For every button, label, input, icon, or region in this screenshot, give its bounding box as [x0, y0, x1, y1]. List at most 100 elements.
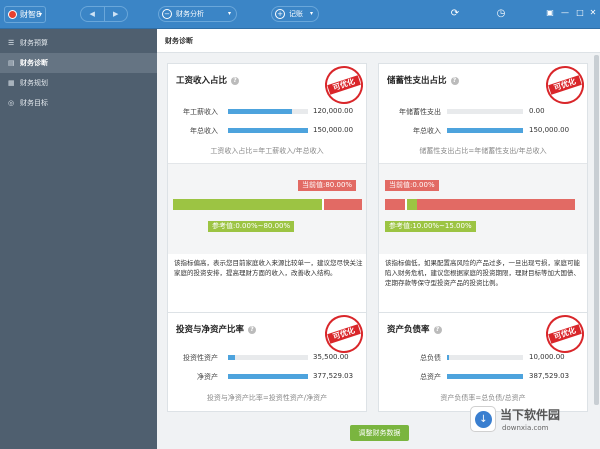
optimizable-stamp: 可优化 — [320, 310, 368, 358]
row-value: 150,000.00 — [529, 126, 570, 134]
window-icon: ▣ — [546, 8, 554, 17]
row-label: 净资产 — [197, 373, 218, 381]
history-button[interactable]: ◷ — [494, 7, 508, 21]
gauge-under-segment — [385, 199, 405, 210]
sidebar-item-budget[interactable]: ☰ 财务预算 — [0, 33, 157, 53]
progress-fill — [447, 355, 449, 360]
app-name: 财智8 — [20, 10, 42, 19]
plus-circle-icon: + — [275, 9, 285, 19]
progress-fill — [228, 128, 308, 133]
progress-fill — [447, 374, 523, 379]
sidebar: ☰ 财务预算 ▤ 财务诊断 ▦ 财务规划 ◎ 财务目标 — [0, 29, 157, 449]
row-label: 总负债 — [420, 354, 441, 362]
formula-text: 工资收入占比=年工薪收入/年总收入 — [210, 147, 324, 155]
row-value: 10,000.00 — [529, 353, 565, 361]
progress-bar — [447, 374, 523, 379]
row-label: 年储蓄性支出 — [399, 108, 441, 116]
sidebar-item-label: 财务规划 — [20, 79, 48, 87]
formula-text: 投资与净资产比率=投资性资产/净资产 — [206, 394, 328, 402]
row-value: 120,000.00 — [313, 107, 354, 115]
skin-button[interactable]: ▣ — [545, 8, 555, 18]
sidebar-item-label: 财务目标 — [20, 99, 48, 107]
minimize-icon: — — [561, 8, 569, 17]
row-label: 总资产 — [420, 373, 441, 381]
target-icon: ◎ — [8, 99, 15, 107]
close-button[interactable]: ✕ — [588, 8, 598, 18]
gauge-reference-segment — [407, 199, 417, 210]
app-logo-icon — [8, 10, 17, 19]
sidebar-item-planning[interactable]: ▦ 财务规划 — [0, 73, 157, 93]
sidebar-item-label: 财务诊断 — [20, 59, 48, 67]
progress-bar — [228, 109, 308, 114]
back-button[interactable]: ◀ — [81, 7, 104, 21]
sidebar-item-goals[interactable]: ◎ 财务目标 — [0, 93, 157, 113]
progress-bar — [228, 374, 308, 379]
download-badge-icon: ↓ — [470, 406, 496, 432]
row-value: 0.00 — [529, 107, 545, 115]
progress-fill — [228, 374, 308, 379]
card-title: 储蓄性支出占比? — [387, 74, 459, 86]
help-icon[interactable]: ? — [248, 325, 257, 334]
current-value-tag: 当前值:0.00% — [385, 180, 439, 191]
vertical-scrollbar[interactable] — [594, 55, 599, 405]
progress-fill — [447, 128, 523, 133]
reference-range-tag: 参考值:0.00%~80.00% — [208, 221, 295, 232]
progress-bar — [447, 109, 523, 114]
row-value: 35,500.00 — [313, 353, 349, 361]
help-icon[interactable]: ? — [450, 76, 459, 85]
maximize-button[interactable]: □ — [575, 8, 585, 18]
record-dropdown[interactable]: + 记账 ▾ — [271, 6, 319, 22]
watermark-title: 当下软件园 — [500, 408, 561, 422]
row-label: 年总收入 — [413, 127, 441, 135]
refresh-icon: ⟳ — [450, 8, 460, 19]
refresh-button[interactable]: ⟳ — [448, 7, 462, 21]
optimizable-stamp: 可优化 — [320, 61, 368, 109]
formula-text: 资产负债率=总负债/总资产 — [440, 394, 526, 402]
site-watermark: ↓ 当下软件园 downxia.com — [470, 404, 600, 446]
card-title: 资产负债率? — [387, 323, 442, 335]
module-dropdown[interactable]: − 财务分析 ▾ — [158, 6, 237, 22]
forward-button[interactable]: ▶ — [103, 7, 128, 21]
row-label: 年总收入 — [190, 127, 218, 135]
record-dropdown-label: 记账 — [289, 10, 303, 18]
progress-bar — [447, 355, 523, 360]
card-investment-ratio: 投资与净资产比率? 可优化 投资性资产 35,500.00 净资产 377,52… — [167, 310, 368, 412]
maximize-icon: □ — [576, 8, 584, 17]
card-debt-ratio: 资产负债率? 可优化 总负债 10,000.00 总资产 387,529.03 … — [378, 310, 589, 412]
card-salary-ratio: 工资收入占比? 可优化 年工薪收入 120,000.00 年总收入 150,00… — [167, 61, 368, 323]
clock-icon: ◷ — [496, 8, 506, 19]
minus-circle-icon: − — [162, 9, 172, 19]
formula-text: 储蓄性支出占比=年储蓄性支出/年总收入 — [419, 147, 547, 155]
reference-range-tag: 参考值:10.00%~15.00% — [385, 221, 476, 232]
row-label: 投资性资产 — [183, 354, 218, 362]
row-value: 150,000.00 — [313, 126, 354, 134]
progress-fill — [228, 109, 292, 114]
row-label: 年工薪收入 — [183, 108, 218, 116]
close-icon: ✕ — [589, 8, 597, 17]
card-savings-ratio: 储蓄性支出占比? 可优化 年储蓄性支出 0.00 年总收入 150,000.00… — [378, 61, 589, 323]
row-value: 387,529.03 — [529, 372, 570, 380]
nav-arrows: ◀ ▶ — [80, 6, 128, 22]
progress-bar — [447, 128, 523, 133]
chevron-down-icon: ▾ — [227, 10, 231, 17]
list-icon: ☰ — [8, 39, 15, 47]
chevron-down-icon: ▾ — [38, 11, 42, 18]
optimizable-stamp: 可优化 — [541, 310, 589, 358]
diagnosis-description: 该指标偏高，表示您目前家庭收入来源比较单一，建议您尽快关注家庭的投资安排，提高理… — [174, 259, 363, 277]
adjust-data-button[interactable]: 调整财务数据 — [350, 425, 409, 441]
row-value: 377,529.03 — [313, 372, 354, 380]
sidebar-item-diagnosis[interactable]: ▤ 财务诊断 — [0, 53, 157, 73]
gauge-reference-segment — [173, 199, 322, 210]
help-icon[interactable]: ? — [231, 76, 240, 85]
gauge-over-segment — [324, 199, 362, 210]
app-menu-button[interactable]: 财智8 ▾ — [4, 6, 46, 23]
chevron-down-icon: ▾ — [309, 10, 313, 17]
card-title: 投资与净资产比率? — [176, 323, 257, 335]
calendar-icon: ▦ — [8, 79, 15, 87]
optimizable-stamp: 可优化 — [541, 61, 589, 109]
sidebar-item-label: 财务预算 — [20, 39, 48, 47]
progress-fill — [228, 355, 236, 360]
help-icon[interactable]: ? — [433, 325, 442, 334]
progress-bar — [228, 128, 308, 133]
minimize-button[interactable]: — — [560, 8, 570, 18]
